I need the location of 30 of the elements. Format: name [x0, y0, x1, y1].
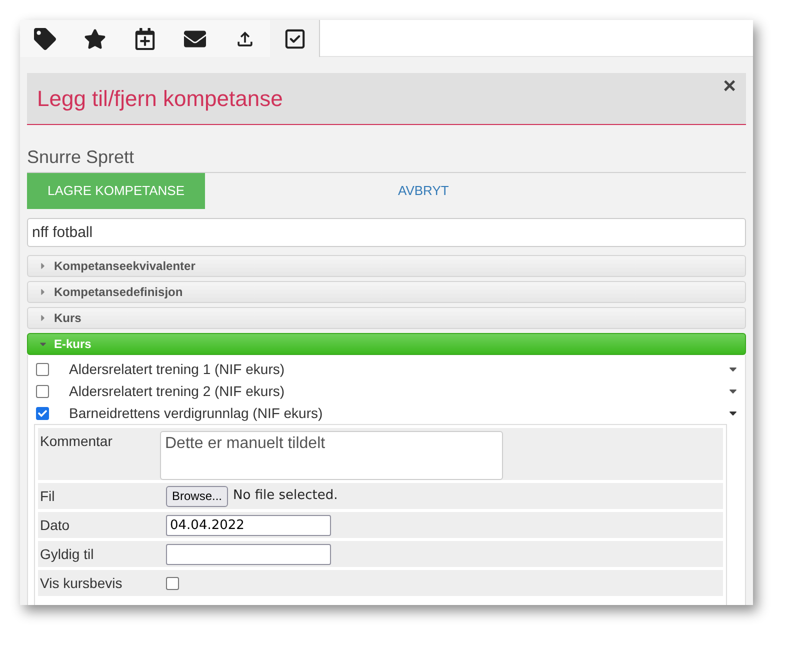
star-icon	[84, 28, 106, 50]
dialog-title: Legg til/fjern kompetanse	[37, 85, 283, 113]
search-field[interactable]: nff fotball	[27, 218, 746, 247]
course-label: Barneidrettens verdigrunnlag (NIF ekurs)	[69, 404, 324, 423]
checkbox[interactable]	[36, 362, 49, 376]
accordion-header[interactable]: Kurs	[27, 307, 746, 329]
tab[interactable]	[270, 20, 320, 57]
field-label: Dato	[40, 516, 71, 534]
accordion-header[interactable]: Kompetansedefinisjon	[27, 281, 746, 303]
person-name: Snurre Sprett	[27, 147, 134, 167]
date-field[interactable]: 04.04.2022	[166, 514, 331, 536]
cancel-link[interactable]: AVBRYT	[398, 181, 449, 201]
checkbox[interactable]	[36, 384, 49, 398]
close-button[interactable]: ×	[723, 75, 736, 97]
tag-icon	[34, 28, 56, 50]
field-label: Vis kursbevis	[40, 574, 124, 592]
course-label: Aldersrelatert trening 1 (NIF ekurs)	[69, 360, 286, 379]
checked-box-icon	[284, 28, 306, 50]
field-label: Fil	[40, 486, 56, 506]
course-label: Aldersrelatert trening 2 (NIF ekurs)	[69, 382, 286, 401]
checkbox[interactable]	[166, 576, 179, 590]
browse-button[interactable]: Browse...	[166, 486, 228, 506]
checkbox[interactable]	[36, 406, 49, 420]
comment-field[interactable]: Dette er manuelt tildelt	[160, 431, 503, 480]
calendar-plus-icon	[134, 28, 156, 50]
field-label: Kommentar	[40, 432, 114, 451]
field-label: Gyldig til	[40, 544, 95, 564]
valid-until-field[interactable]	[166, 544, 331, 564]
file-status: No file selected.	[233, 487, 338, 506]
accordion-header[interactable]: Kompetanseekvivalenter	[27, 255, 746, 277]
